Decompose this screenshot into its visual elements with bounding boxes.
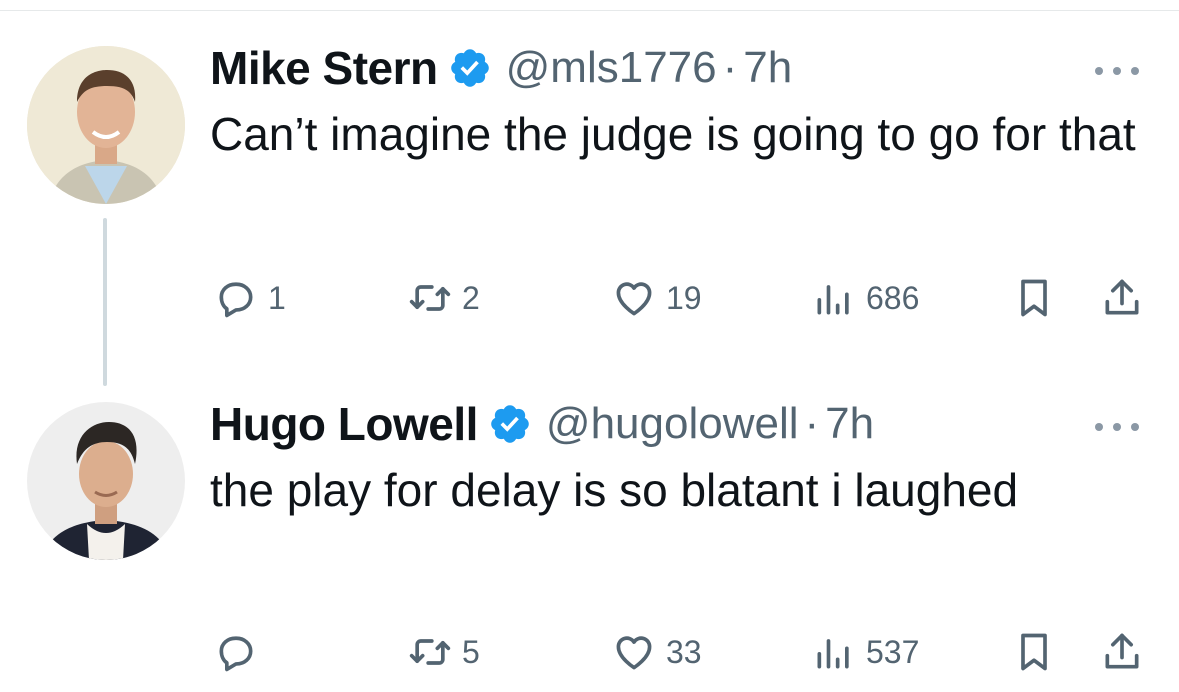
user-handle[interactable]: @mls1776 — [506, 43, 717, 93]
avatar[interactable] — [27, 402, 185, 560]
tweet-actions: 5 33 537 — [0, 622, 1179, 682]
avatar[interactable] — [27, 46, 185, 204]
tweet-header: Mike Stern @mls1776 · 7h — [210, 40, 1149, 96]
timestamp[interactable]: 7h — [743, 43, 792, 93]
share-button[interactable] — [1100, 268, 1144, 328]
reply-button[interactable] — [214, 622, 268, 682]
like-count: 19 — [666, 279, 702, 316]
tweet-header: Hugo Lowell @hugolowell · 7h — [210, 396, 1149, 452]
like-button[interactable]: 33 — [612, 622, 702, 682]
views-count: 686 — [866, 279, 920, 316]
top-divider — [0, 10, 1179, 11]
bookmark-button[interactable] — [1012, 268, 1056, 328]
verified-badge-icon — [491, 405, 529, 443]
reply-icon — [219, 636, 253, 672]
retweet-count: 5 — [462, 633, 480, 670]
tweet-text: the play for delay is so blatant i laugh… — [210, 464, 1019, 516]
views-icon — [817, 285, 849, 315]
reply-icon — [219, 282, 253, 318]
user-handle[interactable]: @hugolowell — [546, 399, 799, 449]
tweet-text: Can’t imagine the judge is going to go f… — [210, 108, 1136, 160]
like-button[interactable]: 19 — [612, 268, 702, 328]
retweet-icon — [409, 639, 451, 665]
reply-button[interactable]: 1 — [214, 268, 286, 328]
display-name[interactable]: Mike Stern — [210, 41, 438, 95]
more-icon[interactable] — [1095, 56, 1139, 86]
retweet-button[interactable]: 5 — [408, 622, 480, 682]
share-icon — [1105, 633, 1139, 669]
retweet-icon — [409, 285, 451, 311]
share-icon — [1105, 279, 1139, 315]
share-button[interactable] — [1100, 622, 1144, 682]
like-icon — [616, 636, 652, 670]
views-button[interactable]: 537 — [812, 622, 919, 682]
retweet-button[interactable]: 2 — [408, 268, 480, 328]
views-icon — [817, 639, 849, 669]
separator-dot: · — [804, 399, 820, 448]
bookmark-icon — [1021, 633, 1047, 671]
separator-dot: · — [722, 43, 738, 92]
display-name[interactable]: Hugo Lowell — [210, 397, 478, 451]
like-count: 33 — [666, 633, 702, 670]
views-count: 537 — [866, 633, 920, 670]
bookmark-icon — [1021, 279, 1047, 317]
bookmark-button[interactable] — [1012, 622, 1056, 682]
like-icon — [616, 282, 652, 316]
reply-count: 1 — [268, 279, 286, 316]
timestamp[interactable]: 7h — [825, 399, 874, 449]
verified-badge-icon — [450, 49, 489, 87]
tweet-actions: 1 2 19 686 — [0, 268, 1179, 328]
more-icon[interactable] — [1095, 412, 1139, 442]
retweet-count: 2 — [462, 279, 480, 316]
views-button[interactable]: 686 — [812, 268, 919, 328]
